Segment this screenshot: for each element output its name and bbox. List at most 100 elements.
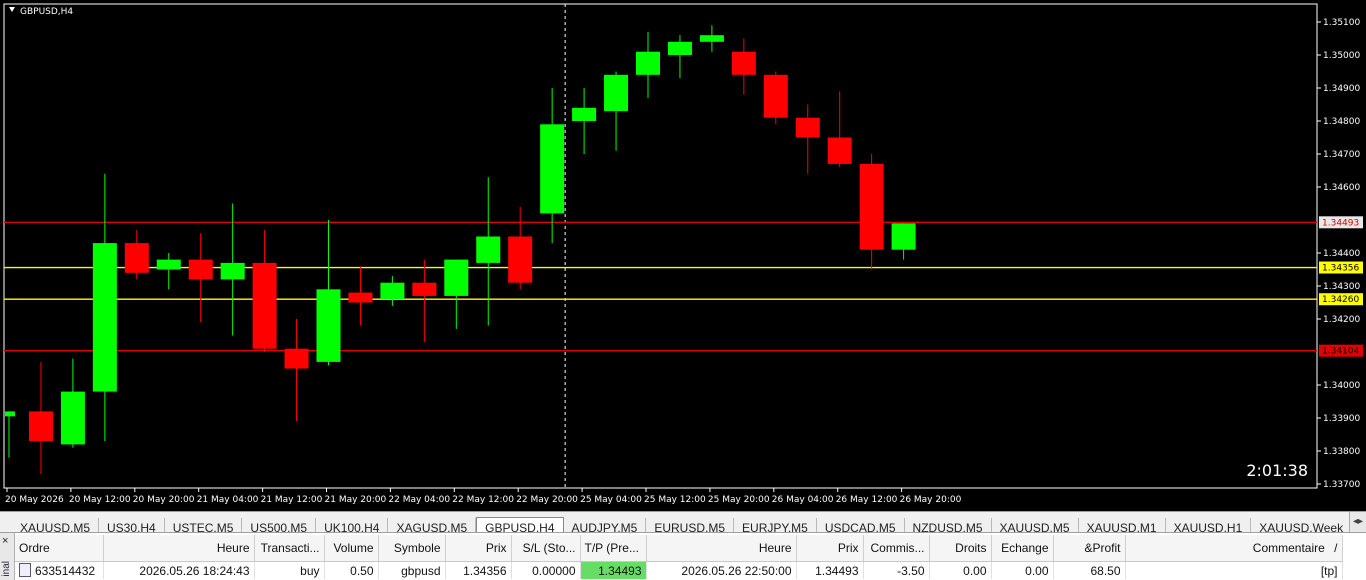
symbol-label: GBPUSD,H4 <box>20 7 73 17</box>
time-axis-label: 21 May 12:00 <box>261 495 323 505</box>
candle-body <box>156 259 181 270</box>
price-level-label: 1.34493 <box>1322 218 1359 228</box>
chart-tab[interactable]: XAUUSD,Week <box>1251 518 1353 532</box>
chart-canvas[interactable]: GBPUSD,H4 1.35100 1.35000 1.34900 1.34800 1.3… <box>0 0 1366 511</box>
table-cell: 0.00 <box>991 561 1054 579</box>
price-axis-label: 1.34400 <box>1323 249 1360 259</box>
candle-body <box>572 107 597 121</box>
price-axis-label: 1.33700 <box>1323 480 1360 490</box>
candle-body <box>636 51 660 75</box>
table-cell: [tp] <box>1125 561 1343 579</box>
column-header[interactable]: S/L (Sto... <box>511 535 581 562</box>
chart-tabs-bar: XAUUSD,M5 US30,H4 USTEC,M5 US500,M5 UK100,H4… <box>0 511 1366 533</box>
price-axis-label: 1.34800 <box>1323 117 1360 127</box>
tabs-scroll-arrows-icon[interactable]: ◂▸ <box>1349 512 1366 532</box>
time-axis-label: 21 May 20:00 <box>325 495 387 505</box>
time-axis-label: 20 May 2026 <box>5 495 64 505</box>
candle-body <box>763 74 788 118</box>
table-header-row: Ordre Heure Transacti... Volume Symbole Prix S… <box>15 535 1343 562</box>
chart-tab[interactable]: GBPUSD,H4 <box>476 517 564 532</box>
chart-tab[interactable]: AUDJPY,M5 <box>564 518 647 532</box>
chart-tab[interactable]: XAUUSD,H1 <box>1166 518 1252 532</box>
chart-tab[interactable]: US30,H4 <box>99 518 165 532</box>
candle-body <box>5 411 15 417</box>
chart-tab[interactable]: UK100,H4 <box>316 518 389 532</box>
candle-body <box>252 262 277 349</box>
candle-body <box>827 137 852 164</box>
price-axis-label: 1.34600 <box>1323 183 1360 193</box>
candle-body <box>124 243 149 273</box>
table-row[interactable]: 633514432 2026.05.26 18:24:43 buy 0.50 gbpus… <box>15 561 1343 579</box>
column-header[interactable]: Symbole <box>378 535 446 562</box>
column-header[interactable]: Transacti... <box>254 535 325 562</box>
candle-body <box>316 289 341 362</box>
column-header[interactable]: Commis... <box>863 535 930 562</box>
price-axis-label: 1.34300 <box>1323 282 1360 292</box>
time-axis-label: 26 May 12:00 <box>836 495 898 505</box>
bar-countdown: 2:01:38 <box>1246 461 1308 480</box>
time-axis-label: 22 May 12:00 <box>452 495 514 505</box>
price-axis-label: 1.33800 <box>1323 447 1360 457</box>
column-header[interactable]: Ordre <box>15 535 104 562</box>
price-axis-label: 1.34700 <box>1323 150 1360 160</box>
column-header[interactable]: Prix <box>796 535 864 562</box>
column-header[interactable]: T/P (Pre... <box>580 535 647 562</box>
candle-body <box>220 262 245 280</box>
table-cell: gbpusd <box>378 561 446 579</box>
chart-menu-icon[interactable] <box>9 7 15 12</box>
chart-tab[interactable]: NZDUSD,M5 <box>905 518 992 532</box>
column-header[interactable]: Heure <box>103 535 255 562</box>
tab-spacer <box>0 512 12 532</box>
candle-body <box>699 35 724 42</box>
table-cell: 68.50 <box>1053 561 1126 579</box>
candle-body <box>540 124 565 214</box>
candle-body <box>508 236 533 283</box>
candle-body <box>891 223 916 250</box>
close-icon[interactable]: × <box>2 535 8 547</box>
time-axis-label: 20 May 12:00 <box>69 495 131 505</box>
time-axis-label: 21 May 04:00 <box>197 495 259 505</box>
chart-tab[interactable]: EURUSD,M5 <box>646 518 735 532</box>
table-cell: 2026.05.26 22:50:00 <box>646 561 797 579</box>
candle-body <box>604 74 629 112</box>
column-header[interactable]: Volume <box>324 535 379 562</box>
price-level-label: 1.34104 <box>1322 347 1359 357</box>
chart-tab[interactable]: XAUUSD,M5 <box>12 518 100 532</box>
table-cell: 0.00 <box>929 561 992 579</box>
chart-tab[interactable]: XAUUSD,M1 <box>1079 518 1166 532</box>
chart-tab[interactable]: USTEC,M5 <box>165 518 243 532</box>
price-axis-label: 1.35000 <box>1323 51 1360 61</box>
chart-tab[interactable]: USDCAD,M5 <box>817 518 905 532</box>
candle-body <box>92 243 117 392</box>
price-axis-label: 1.34200 <box>1323 315 1360 325</box>
candle-body <box>859 163 884 250</box>
candle-body <box>380 282 405 300</box>
chart-tab[interactable]: US500,M5 <box>242 518 317 532</box>
terminal-side-bar: × inal <box>0 533 15 580</box>
price-axis-label: 1.33900 <box>1323 414 1360 424</box>
chart-tab[interactable]: XAUUSD,M5 <box>992 518 1079 532</box>
price-chart[interactable]: GBPUSD,H4 1.35100 1.35000 1.34900 1.34800 1.3… <box>0 0 1366 511</box>
trade-history-table: Ordre Heure Transacti... Volume Symbole Prix S… <box>15 535 1343 579</box>
column-header[interactable]: Commentaire / <box>1125 535 1343 562</box>
order-id: 633514432 <box>35 564 96 578</box>
table-cell: 1.34493 <box>580 561 647 579</box>
candle-body <box>667 41 692 55</box>
document-icon <box>19 563 31 577</box>
price-axis-label: 1.35100 <box>1323 18 1360 28</box>
column-header[interactable]: Droits <box>929 535 992 562</box>
chart-tab[interactable]: XAGUSD,M5 <box>388 518 477 532</box>
time-axis-label: 20 May 20:00 <box>133 495 195 505</box>
column-header[interactable]: &Profit <box>1053 535 1126 562</box>
column-header[interactable]: Heure <box>646 535 797 562</box>
time-axis-label: 22 May 20:00 <box>516 495 578 505</box>
column-header[interactable]: Prix <box>445 535 512 562</box>
price-level-label: 1.34260 <box>1322 295 1359 305</box>
column-header[interactable]: Echange <box>991 535 1054 562</box>
candle-body <box>412 282 437 296</box>
chart-tab[interactable]: EURJPY,M5 <box>734 518 817 532</box>
table-cell: 633514432 <box>15 561 104 579</box>
time-axis-label: 26 May 04:00 <box>772 495 834 505</box>
time-axis-label: 22 May 04:00 <box>388 495 450 505</box>
price-axis-label: 1.34000 <box>1323 381 1360 391</box>
